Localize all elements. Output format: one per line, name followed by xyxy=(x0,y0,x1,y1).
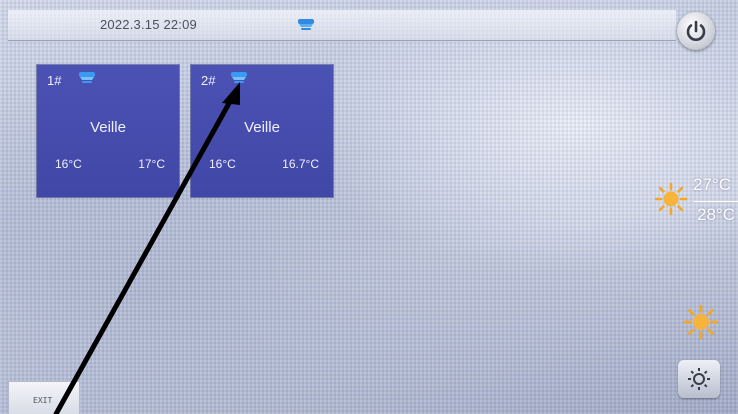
unit-set-temp: 17°C xyxy=(138,157,165,171)
unit-status: Veille xyxy=(244,119,280,136)
weather-widget: 27°C 28°C xyxy=(654,172,738,232)
gear-icon xyxy=(688,368,710,390)
exit-label: EXIT xyxy=(33,396,53,405)
sun-icon xyxy=(654,182,688,221)
unit-current-temp: 16°C xyxy=(209,157,236,171)
power-button[interactable] xyxy=(677,12,715,50)
cooling-fan-icon xyxy=(229,71,249,90)
datetime: 2022.3.15 22:09 xyxy=(100,17,197,32)
unit-card-1[interactable]: 1# Veille 16°C 17°C xyxy=(37,65,179,197)
unit-set-temp: 16.7°C xyxy=(282,157,319,171)
temp-divider xyxy=(694,201,738,202)
status-bar: 2022.3.15 22:09 xyxy=(8,10,676,41)
touch-screen: 2022.3.15 22:09 1# Veille 16°C 17°C 2# V… xyxy=(0,0,738,414)
unit-card-2[interactable]: 2# Veille 16°C 16.7°C xyxy=(191,65,333,197)
cooling-fan-icon xyxy=(296,18,316,37)
power-icon xyxy=(686,20,706,41)
unit-number: 1# xyxy=(47,73,62,88)
temp-max: 27°C xyxy=(693,175,731,194)
exit-button[interactable]: EXIT xyxy=(8,381,80,414)
sun-icon xyxy=(683,304,719,345)
cooling-fan-icon xyxy=(77,71,97,90)
temp-min: 28°C xyxy=(697,205,735,224)
unit-number: 2# xyxy=(201,73,216,88)
unit-current-temp: 16°C xyxy=(55,157,82,171)
settings-button[interactable] xyxy=(678,360,720,398)
annotation-arrow xyxy=(53,82,240,414)
unit-status: Veille xyxy=(90,119,126,136)
